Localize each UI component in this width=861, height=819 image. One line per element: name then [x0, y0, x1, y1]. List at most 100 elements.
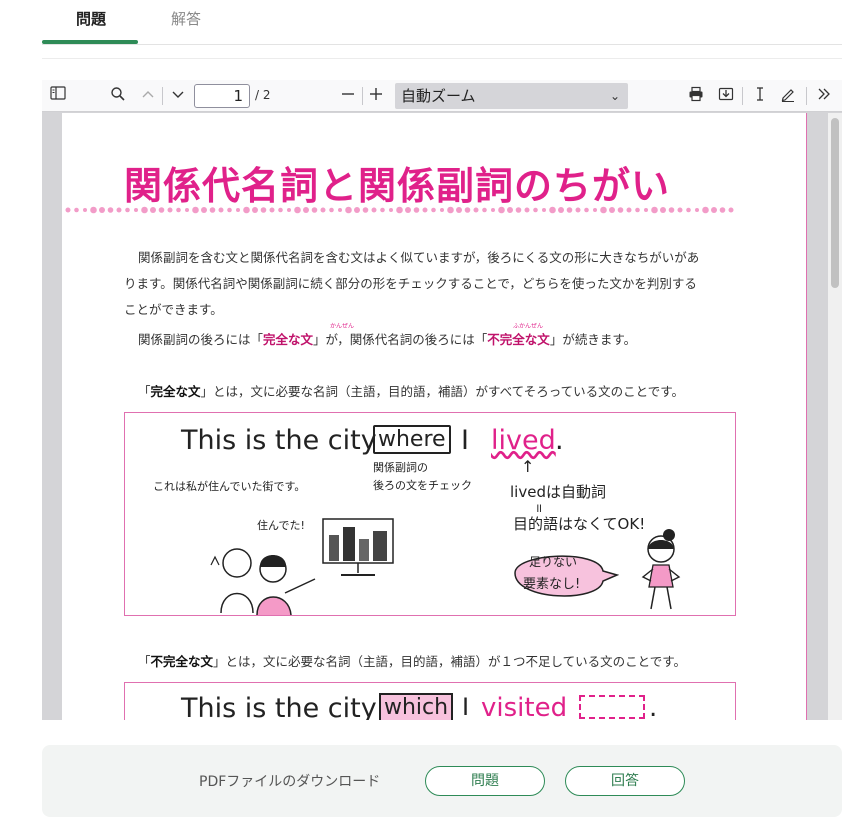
decorative-dot [303, 207, 309, 213]
page-total: / 2 [255, 88, 271, 102]
text: 」が続きます。 [549, 332, 637, 347]
print-icon[interactable] [686, 86, 706, 106]
toolbar-separator [806, 87, 807, 105]
decorative-dot [218, 207, 224, 213]
pen-icon[interactable] [778, 86, 798, 106]
decorative-dot [440, 208, 444, 212]
decorative-dot [201, 207, 207, 213]
term: 不完全な文 [150, 654, 214, 669]
illustration-complete-sentence: This is the city where I lived . これは私が住ん… [124, 412, 736, 616]
download-answer-button[interactable]: 回答 [565, 766, 685, 796]
decorative-dot [176, 207, 181, 213]
decorative-dot [192, 206, 199, 214]
decorative-dot [227, 207, 232, 213]
keyword-which: which [379, 693, 454, 720]
term-incomplete: 不完全な文 [487, 332, 550, 347]
zoom-select[interactable]: 自動ズーム ⌄ [395, 83, 628, 109]
decorative-dot [695, 208, 699, 212]
decorative-dot [345, 206, 352, 214]
search-icon[interactable] [108, 86, 128, 106]
chevron-down-icon[interactable] [168, 86, 188, 106]
keyword-where: where [373, 425, 451, 454]
tab-answer[interactable]: 解答 [171, 8, 201, 29]
sidebar-toggle-icon[interactable] [48, 86, 68, 106]
page-number-input[interactable]: 1 [194, 84, 250, 108]
decorative-dot [660, 207, 666, 213]
decorative-dot [609, 207, 615, 213]
decorative-dot [719, 207, 726, 213]
tab-bar: 問題 解答 [42, 0, 842, 59]
content-divider [42, 58, 842, 59]
decorative-dot [99, 207, 105, 213]
decorative-dot [431, 207, 436, 213]
decorative-dot [515, 207, 522, 213]
zoom-value: 自動ズーム [401, 87, 476, 105]
decorative-dot [549, 206, 556, 214]
chevron-down-icon: ⌄ [609, 89, 620, 103]
decorative-dot [651, 206, 658, 214]
download-label: PDFファイルのダウンロード [199, 774, 381, 790]
pdf-toolbar: 1 / 2 自動ズーム ⌄ [42, 80, 842, 112]
zoom-in-icon[interactable] [366, 86, 386, 106]
decorative-dot [524, 207, 530, 213]
text: 」とは，文に必要な名詞（主語，目的語，補語）が１つ不足している文のことです。 [213, 654, 687, 669]
decorative-dot [362, 207, 369, 213]
decorative-dot [65, 207, 71, 213]
decorative-dot [125, 207, 130, 213]
sentence-part: . [555, 425, 564, 456]
decorative-dot [278, 207, 283, 213]
download-question-button[interactable]: 問題 [425, 766, 545, 796]
city-picture-illustration [322, 518, 394, 576]
keyword-lived: lived [491, 425, 556, 456]
decorative-dot [269, 207, 275, 213]
decorative-dot [90, 206, 97, 214]
text: 関係副詞の後ろには「 [138, 332, 264, 347]
sentence-part: . [649, 693, 658, 720]
girl-character-illustration [641, 529, 681, 610]
toolbar-separator [742, 87, 743, 105]
decorative-dot [584, 207, 589, 213]
bubble-text: 足りない [529, 555, 578, 569]
decorative-dot [83, 208, 87, 212]
translation: これは私が住んでいた街です。 [153, 480, 306, 493]
bubble-text: 要素なし! [523, 577, 581, 592]
decorative-dot [329, 207, 334, 213]
paragraph-line: ります。関係代名詞や関係副詞に続く部分の形をチェックすることで，どちらを使った文… [124, 276, 697, 291]
term: 完全な文 [150, 384, 201, 399]
save-icon[interactable] [716, 86, 736, 106]
arrow-up-icon: ↑ [521, 457, 535, 476]
decorative-dot [371, 207, 377, 213]
decorative-dot [575, 207, 581, 213]
double-chevron-right-icon[interactable] [814, 86, 834, 106]
decorative-dot [491, 208, 495, 212]
missing-object-box [579, 695, 645, 719]
tab-question[interactable]: 問題 [76, 8, 106, 29]
decorative-dot [150, 207, 156, 213]
decorative-dot [354, 207, 360, 213]
decorative-dot [558, 207, 564, 213]
decorative-dot [107, 207, 114, 213]
chevron-up-icon[interactable] [138, 86, 158, 106]
decorative-dot [702, 206, 709, 214]
pdf-scroll-area[interactable]: 関係代名詞と関係副詞のちがい 関係副詞を含む文と関係代名詞を含む文はよく似ていま… [42, 113, 842, 720]
decorative-dot [396, 206, 403, 214]
illustration-incomplete-sentence: This is the city which I visited . [124, 682, 736, 720]
text-cursor-icon[interactable] [750, 86, 770, 106]
zoom-out-icon[interactable] [338, 86, 358, 106]
decorative-dot [243, 206, 250, 214]
decorative-dot [464, 207, 471, 213]
decorative-dot [209, 207, 216, 213]
decorative-dot [498, 206, 505, 214]
decorative-dot [422, 207, 428, 213]
decorative-dot [447, 206, 454, 214]
pdf-viewer: 1 / 2 自動ズーム ⌄ 関係代名詞と関係副詞のちがい 関係副詞を含む文と関係… [42, 80, 842, 720]
ruby-text: かんぜん [330, 323, 355, 330]
scrollbar-thumb[interactable] [831, 118, 839, 288]
decorative-dot [626, 207, 632, 213]
decorative-dot [644, 208, 648, 212]
ruby-text: ふかんぜん [513, 323, 544, 330]
decorative-dot [252, 207, 258, 213]
decorative-dot [141, 206, 148, 214]
note: 後ろの文をチェック [373, 479, 472, 492]
decorative-dot [686, 207, 691, 213]
